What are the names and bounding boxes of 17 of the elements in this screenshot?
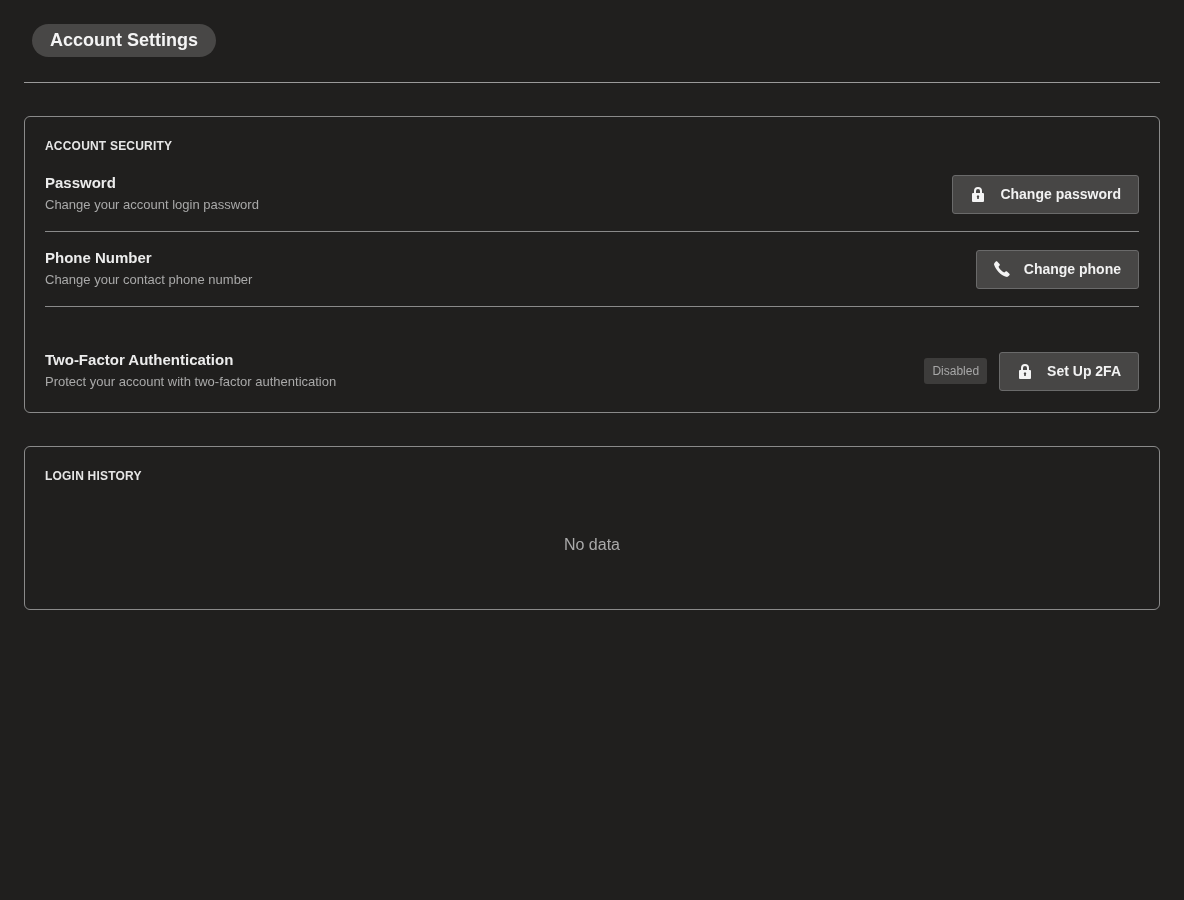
action-button[interactable]: Change phone — [975, 249, 1139, 289]
lock-icon — [970, 186, 987, 202]
section-heading: LOGIN HISTORY — [45, 468, 143, 485]
status-badge: Disabled — [924, 358, 988, 384]
action-button[interactable]: Set Up 2FA — [999, 351, 1139, 391]
lock-icon — [1017, 363, 1034, 379]
setting-description: Change your account login password — [45, 196, 259, 214]
phone-icon — [993, 261, 1010, 277]
page-title: Account Settings — [32, 24, 216, 57]
section-heading: ACCOUNT SECURITY — [45, 138, 174, 155]
setting-title: Two-Factor Authentication — [45, 350, 235, 370]
setting-description: Change your contact phone number — [45, 271, 253, 289]
action-button[interactable]: Change password — [952, 174, 1139, 214]
setting-title: Phone Number — [45, 248, 153, 268]
empty-message: No data — [563, 536, 620, 553]
setting-title: Password — [45, 173, 117, 193]
setting-description: Protect your account with two-factor authentication — [45, 373, 337, 391]
